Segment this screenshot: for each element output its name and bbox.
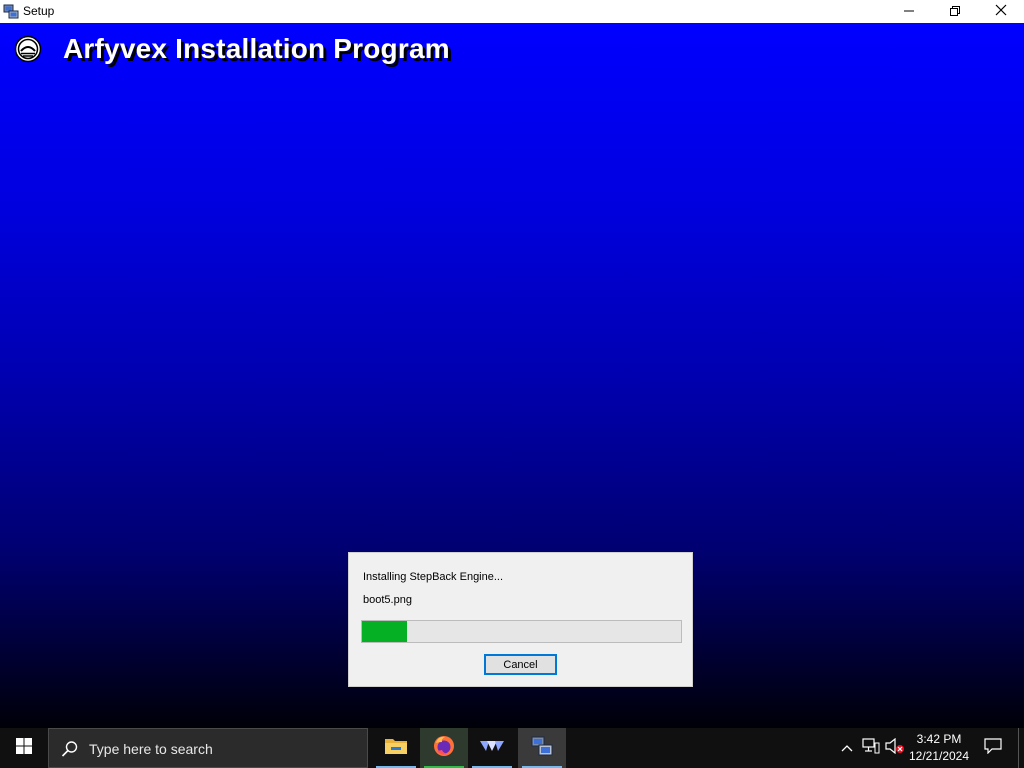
windows-logo-icon: [16, 737, 32, 759]
network-icon: [862, 737, 880, 759]
minimize-button[interactable]: [886, 0, 932, 23]
setup-computer-icon: [3, 3, 19, 19]
taskbar-app-file-explorer[interactable]: [372, 728, 420, 768]
file-explorer-icon: [384, 736, 408, 761]
close-button[interactable]: [978, 0, 1024, 23]
taskbar-app-pinned[interactable]: [468, 728, 516, 768]
network-status[interactable]: [860, 728, 882, 768]
volume-muted-icon: [885, 737, 905, 759]
notification-icon: [984, 737, 1002, 759]
restore-button[interactable]: [932, 0, 978, 23]
close-icon: [995, 3, 1007, 21]
minimize-icon: [904, 3, 914, 21]
firefox-icon: [432, 734, 456, 763]
progress-bar-fill: [362, 621, 407, 642]
show-hidden-icons-button[interactable]: [836, 728, 858, 768]
current-file-text: boot5.png: [363, 594, 412, 606]
taskbar-search-box[interactable]: Type here to search: [48, 728, 368, 768]
app-icon: [479, 738, 505, 759]
clock-time: 3:42 PM: [916, 732, 962, 746]
system-clock[interactable]: 3:42 PM 12/21/2024: [908, 731, 970, 765]
chevron-up-icon: [841, 739, 853, 757]
setup-icon: [530, 734, 554, 763]
action-center-button[interactable]: [978, 728, 1008, 768]
window-title: Setup: [23, 4, 55, 18]
taskbar-app-firefox[interactable]: [420, 728, 468, 768]
search-placeholder: Type here to search: [89, 741, 213, 757]
restore-icon: [950, 3, 960, 21]
progress-bar: [361, 620, 682, 643]
search-icon: [61, 740, 79, 758]
taskbar-app-setup[interactable]: [518, 728, 566, 768]
clock-date: 12/21/2024: [908, 749, 970, 763]
start-button[interactable]: [0, 728, 48, 768]
volume-control[interactable]: [884, 728, 906, 768]
install-progress-dialog: Installing StepBack Engine... boot5.png …: [348, 552, 693, 687]
page-title: Arfyvex Installation Program: [63, 33, 450, 64]
arfyvex-logo-icon: [14, 35, 42, 63]
cancel-button[interactable]: Cancel: [484, 654, 557, 675]
show-desktop-button[interactable]: [1018, 728, 1024, 768]
status-text: Installing StepBack Engine...: [363, 571, 504, 583]
window-titlebar: Setup: [0, 0, 1024, 23]
taskbar: Type here to search 3:42 PM 12/21/2024: [0, 728, 1024, 768]
